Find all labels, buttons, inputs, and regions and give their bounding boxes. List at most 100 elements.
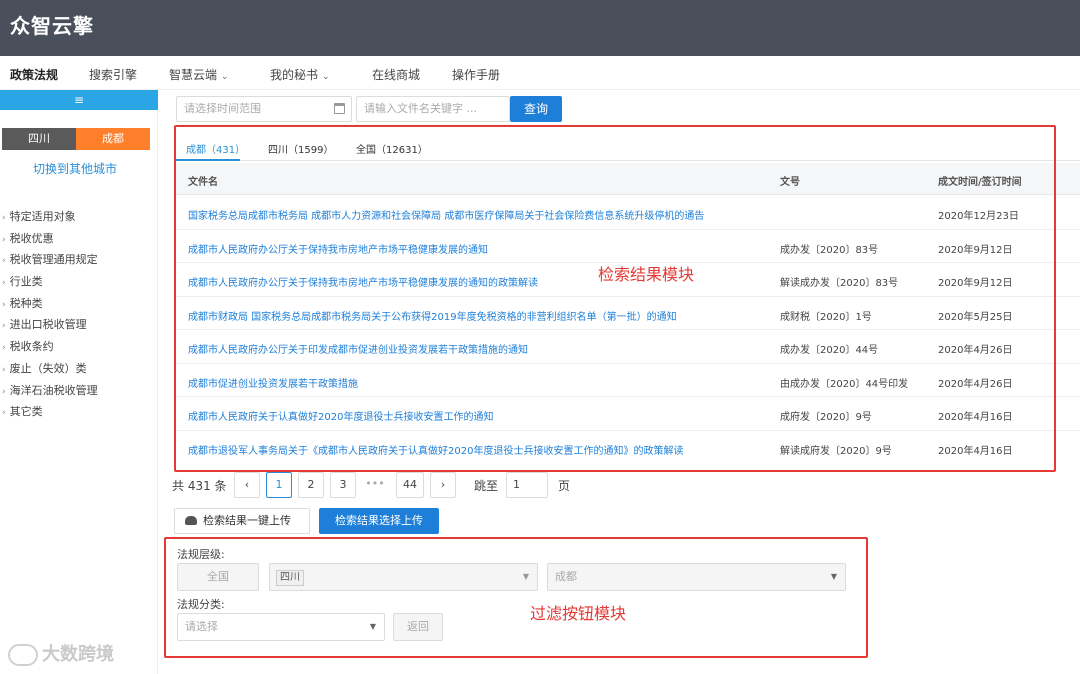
back-button[interactable]: 返回 xyxy=(393,613,443,641)
page-button[interactable]: 44 xyxy=(396,472,424,498)
nav-item-label: 智慧云端 xyxy=(169,68,218,82)
calendar-icon xyxy=(334,103,345,114)
category-label: 进出口税收管理 xyxy=(9,318,87,332)
active-tab-indicator xyxy=(174,159,240,161)
caret-down-icon: ▼ xyxy=(369,622,376,631)
nav-item-my-secretary[interactable]: 我的秘书 ⌄ xyxy=(270,66,330,83)
table-row: 成都市人民政府办公厅关于保持我市房地产市场平稳健康发展的通知 成办发〔2020〕8… xyxy=(174,230,1080,263)
doc-number: 由成办发〔2020〕44号印发 xyxy=(780,378,909,390)
table-row: 国家税务总局成都市税务局 成都市人力资源和社会保障局 成都市医疗保障局关于社会保… xyxy=(174,196,1080,230)
caret-down-icon: ▼ xyxy=(522,572,529,581)
doc-title-link[interactable]: 国家税务总局成都市税务局 成都市人力资源和社会保障局 成都市医疗保障局关于社会保… xyxy=(188,207,704,222)
chevron-right-icon: › xyxy=(2,299,6,310)
caret-down-icon: ▼ xyxy=(830,572,837,581)
category-placeholder: 请选择 xyxy=(185,620,218,633)
nav-item-online-shop[interactable]: 在线商城 xyxy=(372,66,420,83)
doc-title-link[interactable]: 成都市人民政府办公厅关于保持我市房地产市场平稳健康发展的通知 xyxy=(188,241,488,256)
category-item[interactable]: › 废止（失效）类 xyxy=(2,358,98,380)
tab-chengdu[interactable]: 成都（431） xyxy=(186,141,245,156)
nav-item-manual[interactable]: 操作手册 xyxy=(452,66,500,83)
query-button[interactable]: 查询 xyxy=(510,96,562,122)
nav-item-label: 我的秘书 xyxy=(270,68,319,82)
chevron-right-icon: › xyxy=(2,213,6,223)
category-label: 税收管理通用规定 xyxy=(9,253,98,267)
nav-item-search-engine[interactable]: 搜索引擎 xyxy=(89,66,137,83)
doc-title-link[interactable]: 成都市促进创业投资发展若干政策措施 xyxy=(188,375,358,390)
result-tabs: 成都（431） 四川（1599） 全国（12631） xyxy=(174,135,1080,161)
next-page-button[interactable]: › xyxy=(430,472,456,498)
category-item[interactable]: › 其它类 xyxy=(2,401,98,423)
chevron-right-icon: › xyxy=(2,343,6,354)
tab-sichuan[interactable]: 四川（1599） xyxy=(268,141,333,156)
page-button[interactable]: 3 xyxy=(330,472,356,498)
doc-date: 2020年12月23日 xyxy=(938,211,1019,222)
prev-page-button[interactable]: ‹ xyxy=(234,472,260,498)
watermark-logo-icon xyxy=(8,644,38,666)
top-header: 众智云擎 xyxy=(0,0,1080,56)
category-label: 行业类 xyxy=(9,275,43,289)
keyword-input[interactable]: 请输入文件名关键字 ... xyxy=(356,96,510,122)
date-range-input[interactable]: 请选择时间范围 xyxy=(176,96,352,122)
category-label: 税种类 xyxy=(9,296,43,310)
city-select[interactable]: 成都 ▼ xyxy=(547,563,846,591)
chevron-down-icon: ⌄ xyxy=(322,72,330,82)
table-row: 成都市退役军人事务局关于《成都市人民政府关于认真做好2020年度退役士兵接收安置… xyxy=(174,431,1080,465)
doc-number: 解读成办发〔2020〕83号 xyxy=(780,278,899,289)
select-upload-button[interactable]: 检索结果选择上传 xyxy=(319,508,439,534)
category-label: 海洋石油税收管理 xyxy=(9,383,98,397)
app-logo: 众智云擎 xyxy=(10,14,94,38)
switch-city-link[interactable]: 切换到其他城市 xyxy=(0,160,150,177)
doc-title-link[interactable]: 成都市退役军人事务局关于《成都市人民政府关于认真做好2020年度退役士兵接收安置… xyxy=(188,442,683,457)
page-button[interactable]: 1 xyxy=(266,472,292,498)
national-button[interactable]: 全国 xyxy=(177,563,259,591)
doc-title-link[interactable]: 成都市财政局 国家税务总局成都市税务局关于公布获得2019年度免税资格的非营利组… xyxy=(188,308,677,323)
doc-number: 成府发〔2020〕9号 xyxy=(780,412,872,423)
category-item[interactable]: › 进出口税收管理 xyxy=(2,314,98,336)
one-click-upload-label: 检索结果一键上传 xyxy=(203,514,291,527)
level-label: 法规层级: xyxy=(177,548,225,561)
one-click-upload-button[interactable]: 检索结果一键上传 xyxy=(174,508,310,534)
nav-item-policy[interactable]: 政策法规 xyxy=(10,66,58,83)
doc-title-link[interactable]: 成都市人民政府办公厅关于印发成都市促进创业投资发展若干政策措施的通知 xyxy=(188,341,528,356)
category-label: 法规分类: xyxy=(177,598,225,611)
province-tab[interactable]: 四川 xyxy=(2,128,76,150)
province-select[interactable]: 四川 ▼ xyxy=(269,563,538,591)
table-row: 成都市财政局 国家税务总局成都市税务局关于公布获得2019年度免税资格的非营利组… xyxy=(174,297,1080,330)
category-item[interactable]: › 行业类 xyxy=(2,271,98,293)
doc-title-link[interactable]: 成都市人民政府关于认真做好2020年度退役士兵接收安置工作的通知 xyxy=(188,408,493,423)
city-tab[interactable]: 成都 xyxy=(76,128,150,150)
category-label: 税收优惠 xyxy=(9,231,54,245)
cloud-upload-icon xyxy=(185,516,197,525)
col-filename: 文件名 xyxy=(188,177,218,188)
tab-national[interactable]: 全国（12631） xyxy=(356,141,428,156)
table-row: 成都市人民政府办公厅关于印发成都市促进创业投资发展若干政策措施的通知 成办发〔20… xyxy=(174,330,1080,364)
main-nav: 政策法规 搜索引擎 智慧云端 ⌄ 我的秘书 ⌄ 在线商城 操作手册 xyxy=(0,56,1080,90)
category-select[interactable]: 请选择 ▼ xyxy=(177,613,385,641)
category-item[interactable]: › 税收优惠 xyxy=(2,228,98,250)
date-range-placeholder: 请选择时间范围 xyxy=(184,102,261,115)
nav-item-smart-cloud[interactable]: 智慧云端 ⌄ xyxy=(169,66,229,83)
chevron-right-icon: › xyxy=(2,321,6,332)
doc-title-link[interactable]: 成都市人民政府办公厅关于保持我市房地产市场平稳健康发展的通知的政策解读 xyxy=(188,274,538,289)
chevron-right-icon: › xyxy=(2,256,6,267)
col-date: 成文时间/签订时间 xyxy=(938,177,1022,188)
jump-input[interactable]: 1 xyxy=(506,472,548,498)
doc-date: 2020年9月12日 xyxy=(938,244,1013,256)
province-tag: 四川 xyxy=(276,570,304,586)
category-label: 税收条约 xyxy=(9,340,54,354)
category-item[interactable]: › 税收条约 xyxy=(2,336,98,358)
watermark-text: 大数跨境 xyxy=(42,644,114,665)
menu-icon[interactable]: ≡ xyxy=(0,90,158,110)
category-item[interactable]: › 特定适用对象 xyxy=(2,206,98,228)
category-item[interactable]: › 海洋石油税收管理 xyxy=(2,380,98,402)
city-select-value: 成都 xyxy=(555,570,577,583)
doc-date: 2020年4月26日 xyxy=(938,345,1013,356)
chevron-right-icon: › xyxy=(2,408,6,419)
watermark: 大数跨境 xyxy=(8,640,114,666)
category-item[interactable]: › 税种类 xyxy=(2,293,98,315)
table-row: 成都市促进创业投资发展若干政策措施 由成办发〔2020〕44号印发 2020年4月2… xyxy=(174,364,1080,397)
page-suffix: 页 xyxy=(558,479,571,493)
category-item[interactable]: › 税收管理通用规定 xyxy=(2,249,98,271)
page-button[interactable]: 2 xyxy=(298,472,324,498)
ellipsis[interactable]: ••• xyxy=(362,472,388,498)
